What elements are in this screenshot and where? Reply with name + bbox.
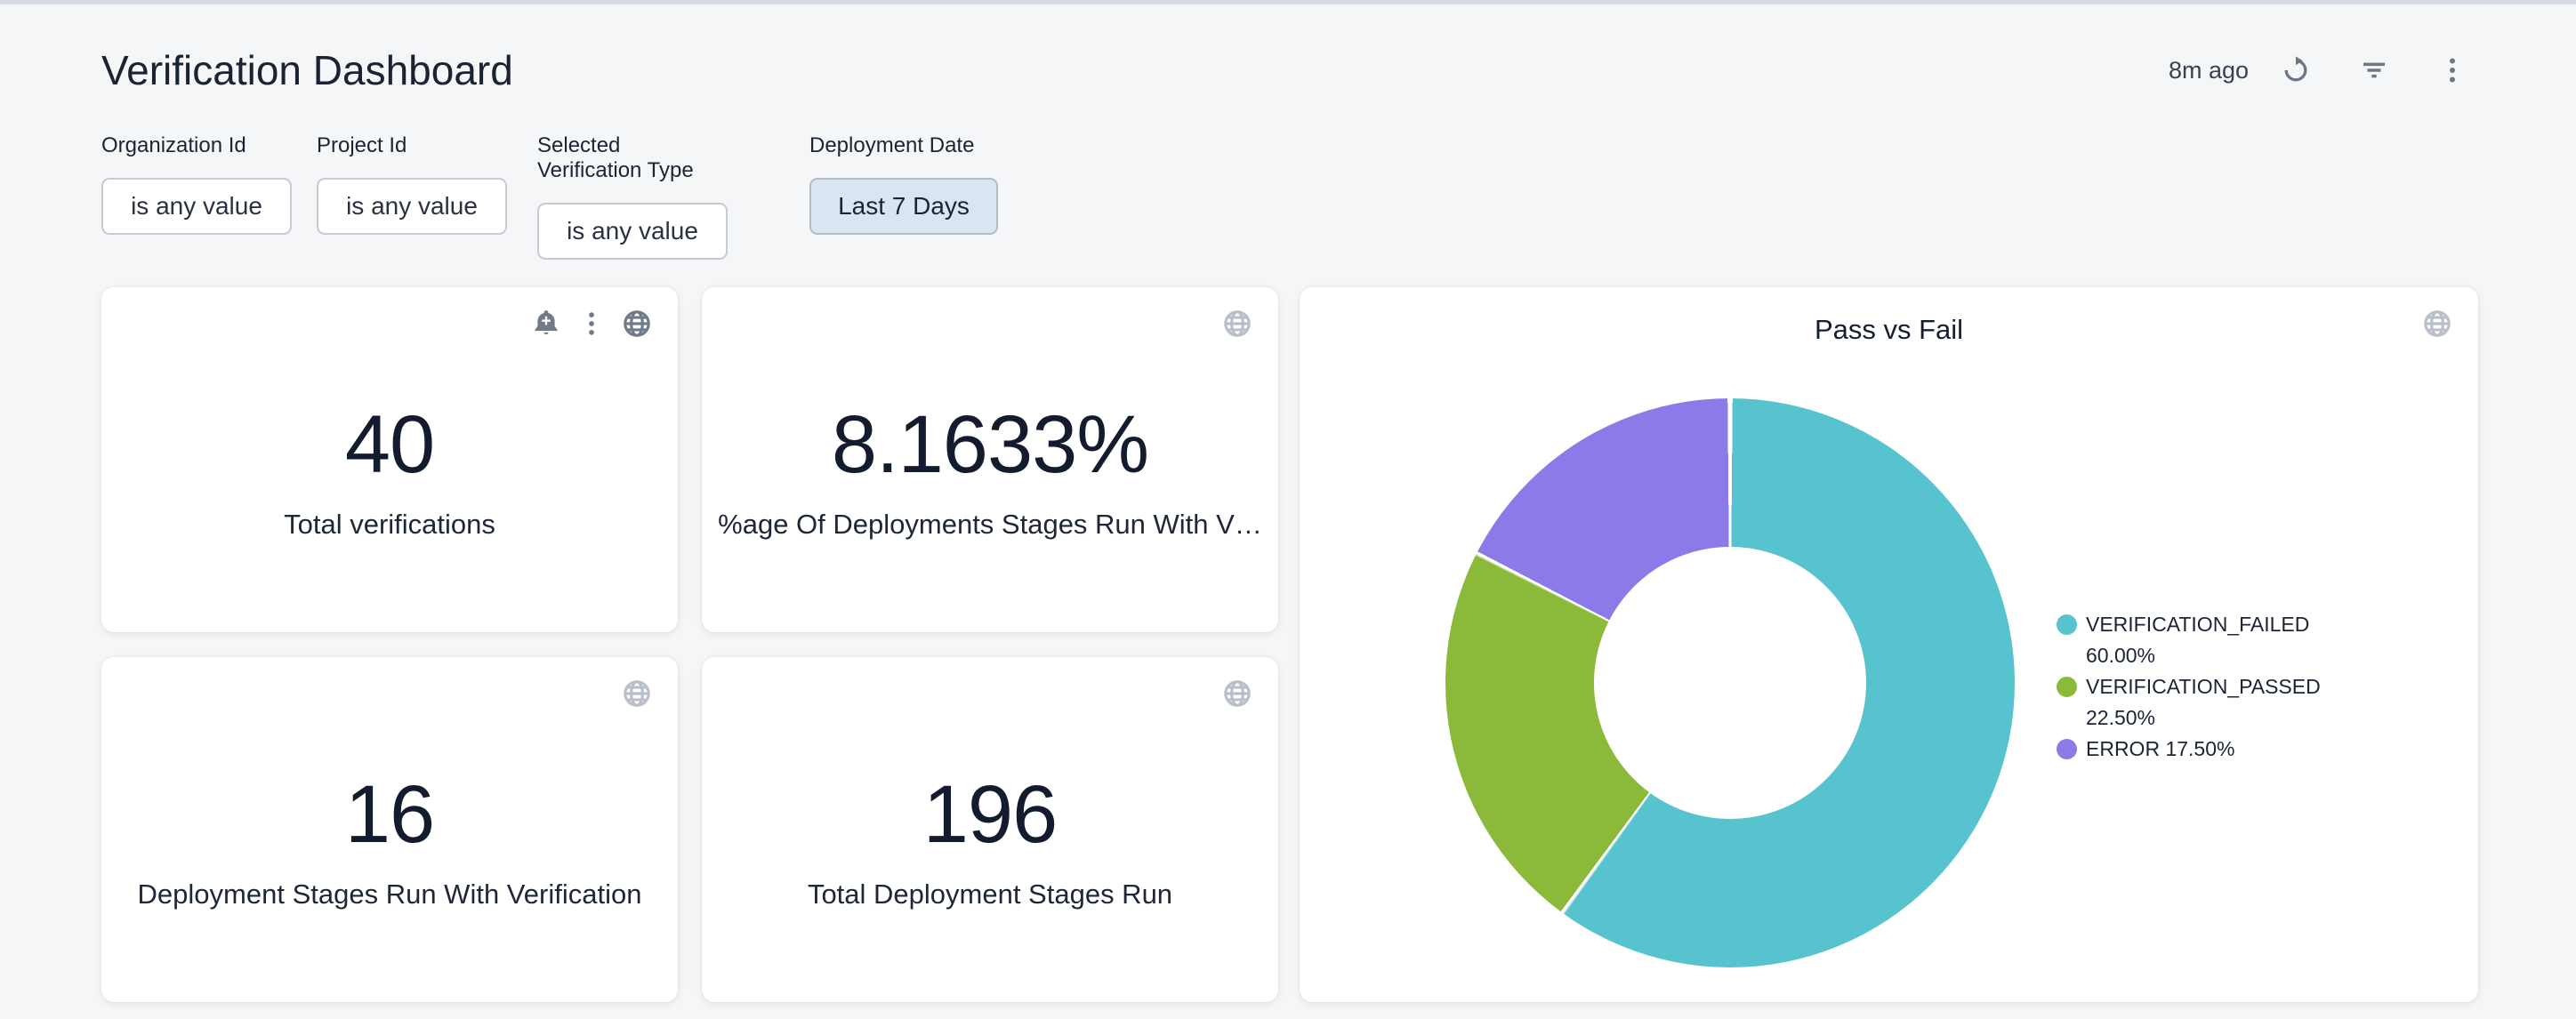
header-actions: 8m ago [2169,52,2469,88]
filter-value-button[interactable]: is any value [101,178,292,235]
drill-globe-button[interactable] [621,308,653,340]
legend-dot [2057,739,2077,759]
filter-verification-type: Selected Verification Type is any value [537,133,728,260]
legend-pct: 22.50% [2086,706,2155,729]
add-alert-button[interactable] [530,308,562,340]
filter-label: Organization Id [101,133,292,158]
filter-project-id: Project Id is any value [317,133,507,235]
stat-label: Total Deployment Stages Run [702,878,1278,911]
filter-organization-id: Organization Id is any value [101,133,292,235]
filter-label: Deployment Date [809,133,998,158]
legend-dot [2057,677,2077,697]
tile-actions [1221,308,1253,340]
stat-label: Deployment Stages Run With Verification [101,878,678,911]
legend-pct: 17.50% [2165,737,2234,760]
drill-globe-button[interactable] [2421,308,2453,340]
stat-value: 40 [101,404,678,485]
tile-actions [2421,308,2453,340]
globe-icon [1221,678,1253,710]
bell-plus-icon [530,308,562,340]
legend-name: ERROR [2086,737,2160,760]
tile-total-verifications: 40 Total verifications [101,287,678,632]
drill-globe-button[interactable] [1221,678,1253,710]
dashboard-menu-button[interactable] [2435,53,2469,87]
chart-title: Pass vs Fail [1300,313,2478,346]
donut-hole [1594,547,1866,819]
page-title: Verification Dashboard [101,46,513,94]
top-divider [0,0,2576,4]
drill-globe-button[interactable] [621,678,653,710]
filter-value-button[interactable]: Last 7 Days [809,178,998,235]
tile-actions [1221,678,1253,710]
legend-pct: 60.00% [2086,644,2155,667]
dashboard-page: Verification Dashboard 8m ago Organizati… [0,0,2576,1019]
legend-name: VERIFICATION_PASSED [2086,675,2321,698]
pass-fail-donut-chart[interactable] [1445,398,2015,967]
refresh-button[interactable] [2279,53,2313,87]
filter-value-button[interactable]: is any value [317,178,507,235]
globe-icon [2421,308,2453,340]
legend-item-error[interactable]: ERROR 17.50% [2057,734,2353,765]
globe-icon [1221,308,1253,340]
stat-value: 16 [101,774,678,855]
globe-icon [621,678,653,710]
tile-total-stages-run: 196 Total Deployment Stages Run [702,657,1278,1002]
tile-actions [530,308,653,340]
pass-vs-fail-card: Pass vs Fail VERIFICATION_FAILED 60.00% [1300,287,2478,1002]
filter-label: Selected Verification Type [537,133,728,183]
filter-deployment-date: Deployment Date Last 7 Days [809,133,998,235]
filter-value-button[interactable]: is any value [537,203,728,260]
filter-toggle-button[interactable] [2357,53,2391,87]
tile-stages-run-with-verification: 16 Deployment Stages Run With Verificati… [101,657,678,1002]
legend-item-verification-failed[interactable]: VERIFICATION_FAILED 60.00% [2057,609,2353,671]
last-refresh-label: 8m ago [2169,57,2249,84]
kebab-menu-icon [576,308,608,340]
legend-dot [2057,614,2077,635]
filter-label: Project Id [317,133,507,158]
drill-globe-button[interactable] [1221,308,1253,340]
legend-name: VERIFICATION_FAILED [2086,613,2309,636]
tile-pct-stages-with-verification: 8.1633% %age Of Deployments Stages Run W… [702,287,1278,632]
stat-value: 196 [702,774,1278,855]
chart-legend: VERIFICATION_FAILED 60.00% VERIFICATION_… [2057,609,2353,765]
filter-icon [2358,54,2390,86]
stat-label: %age Of Deployments Stages Run With V… [702,508,1278,541]
tile-actions [621,678,653,710]
globe-icon [621,308,653,340]
stat-label: Total verifications [101,508,678,541]
kebab-menu-icon [2436,54,2468,86]
refresh-icon [2280,54,2312,86]
legend-item-verification-passed[interactable]: VERIFICATION_PASSED 22.50% [2057,671,2353,734]
tile-menu-button[interactable] [576,308,608,340]
stat-value: 8.1633% [702,404,1278,485]
